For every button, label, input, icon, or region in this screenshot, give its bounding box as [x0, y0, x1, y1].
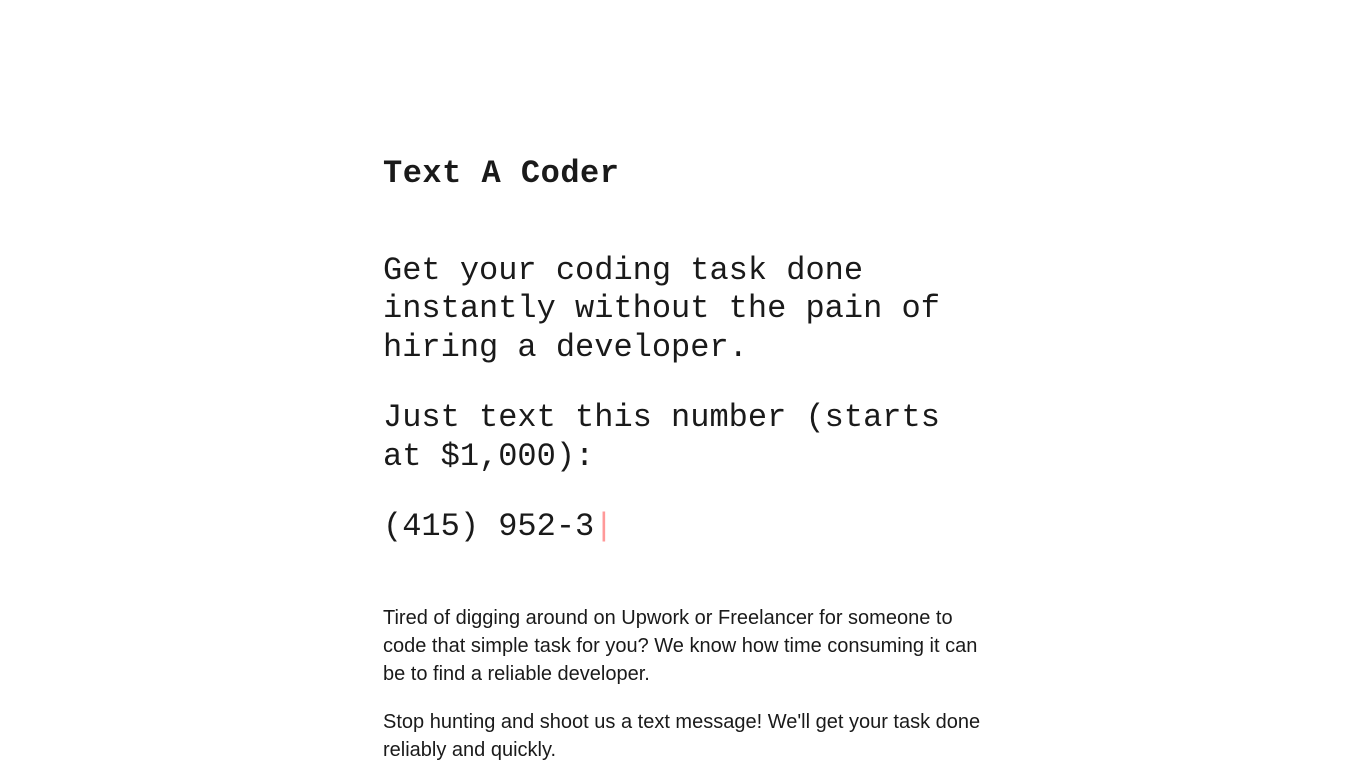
body-paragraph-1: Tired of digging around on Upwork or Fre…	[383, 604, 983, 688]
body-paragraph-2: Stop hunting and shoot us a text message…	[383, 708, 983, 764]
typing-cursor: |	[594, 508, 613, 545]
phone-number: (415) 952-3|	[383, 508, 983, 546]
phone-number-text: (415) 952-3	[383, 508, 594, 545]
headline-text: Get your coding task done instantly with…	[383, 252, 983, 367]
page-title: Text A Coder	[383, 155, 983, 192]
subhead-text: Just text this number (starts at $1,000)…	[383, 399, 983, 476]
